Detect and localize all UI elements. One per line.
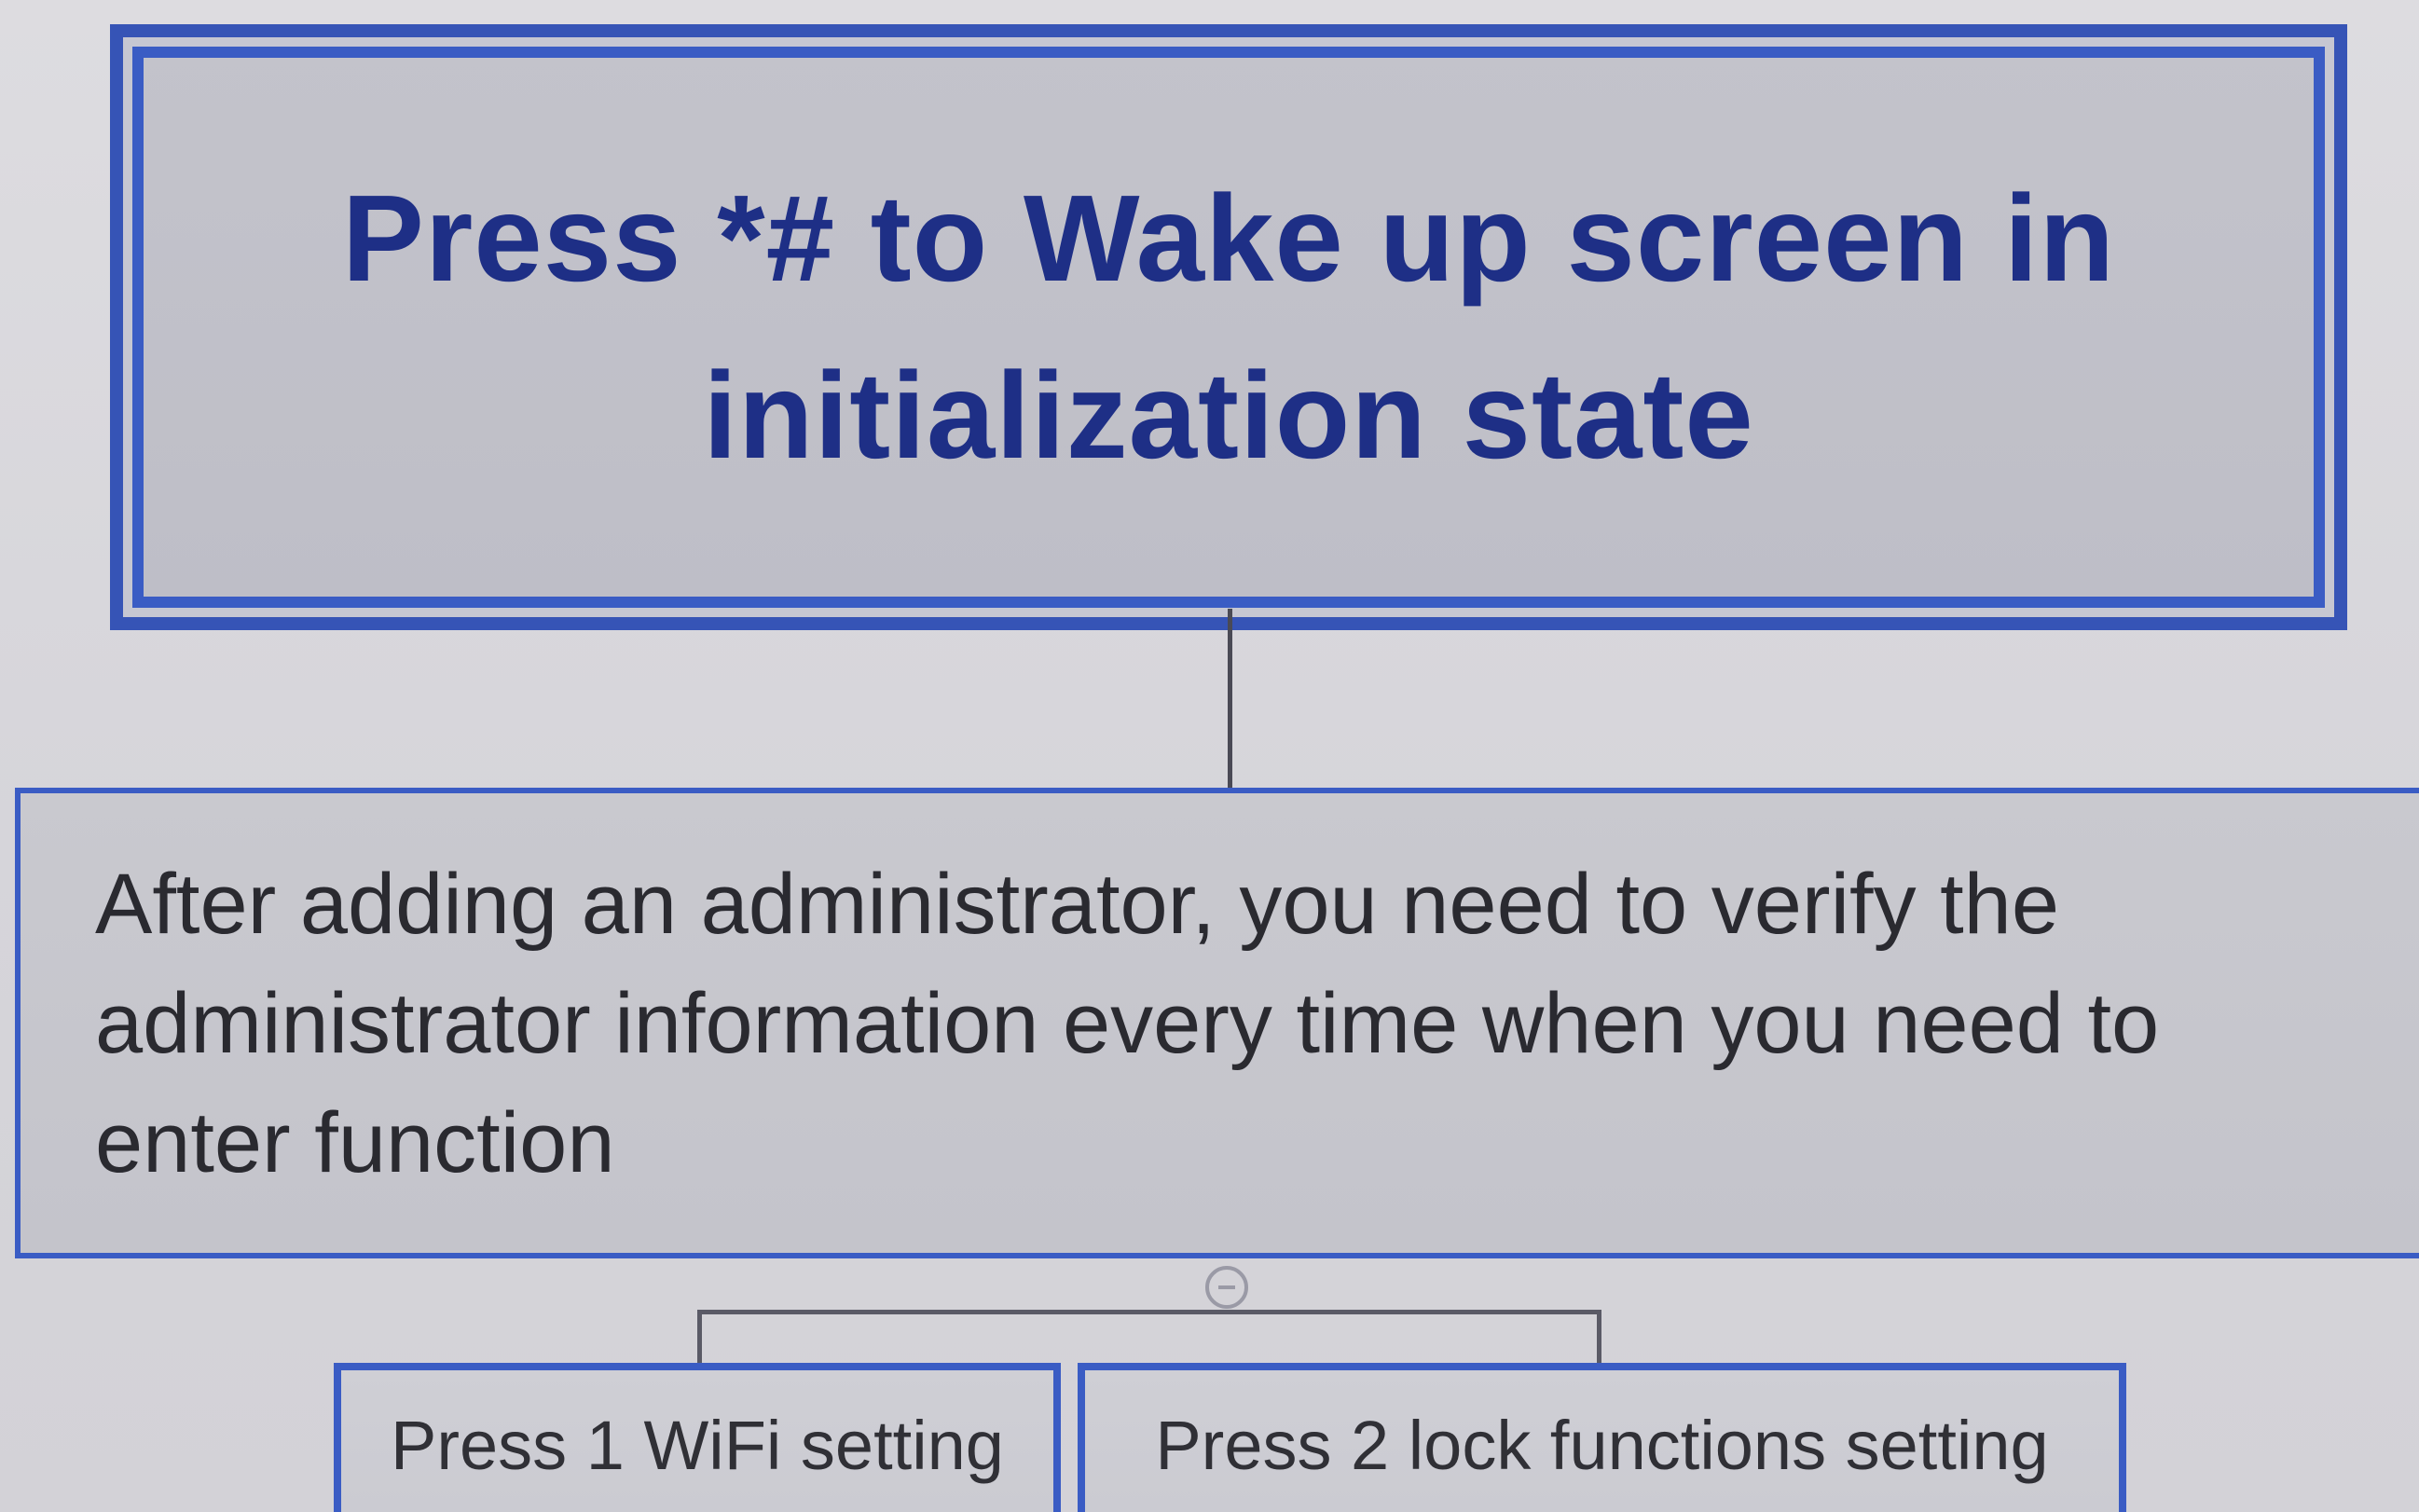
option-label-wifi-setting: Press 1 WiFi setting bbox=[391, 1407, 1004, 1484]
option-box-lock-functions-setting[interactable]: Press 2 lock functions setting bbox=[1078, 1363, 2126, 1512]
connector-line-title-to-info bbox=[1228, 609, 1232, 790]
option-box-wifi-setting[interactable]: Press 1 WiFi setting bbox=[334, 1363, 1061, 1512]
connector-line-branch-left bbox=[697, 1310, 702, 1366]
collapse-toggle-icon[interactable] bbox=[1205, 1266, 1248, 1309]
connector-line-branch-right bbox=[1597, 1310, 1601, 1366]
info-box: After adding an administrator, you need … bbox=[15, 788, 2419, 1258]
flowchart-page: Press *# to Wake up screen in initializa… bbox=[0, 0, 2419, 1512]
title-text: Press *# to Wake up screen in initializa… bbox=[341, 170, 2116, 484]
option-label-lock-functions-setting: Press 2 lock functions setting bbox=[1155, 1407, 2049, 1484]
info-text: After adding an administrator, you need … bbox=[95, 857, 2160, 1190]
connector-line-branch-horizontal bbox=[697, 1310, 1601, 1314]
title-box: Press *# to Wake up screen in initializa… bbox=[110, 24, 2347, 630]
